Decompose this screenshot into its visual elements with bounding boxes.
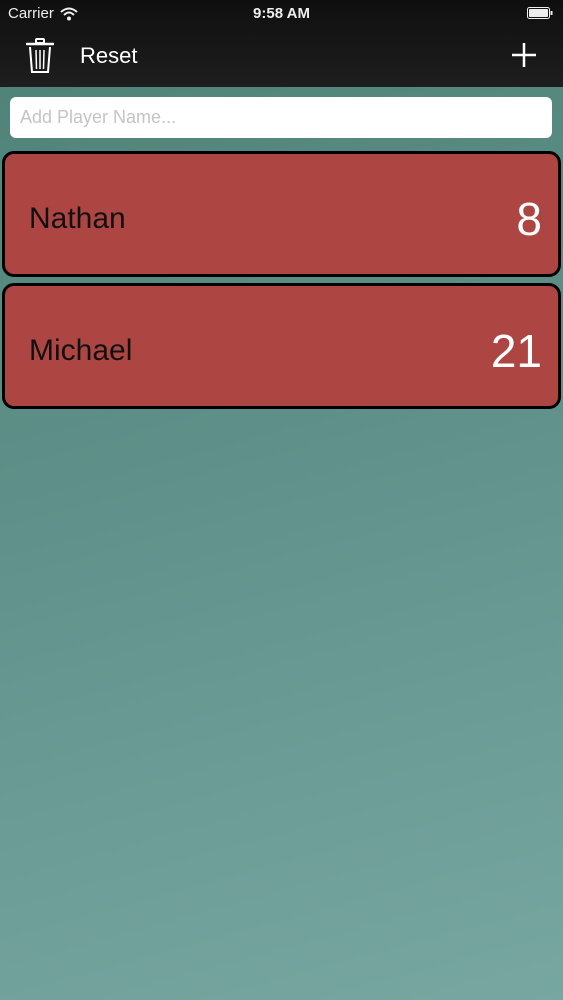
plus-icon	[512, 43, 536, 67]
player-score: 21	[490, 325, 542, 377]
trash-icon	[26, 38, 54, 73]
player-score: 8	[516, 193, 542, 245]
status-bar: Carrier 9:58 AM	[0, 0, 563, 30]
player-name-input[interactable]	[10, 97, 552, 138]
top-bar: Carrier 9:58 AM Reset	[0, 0, 563, 87]
player-card-nathan[interactable]: Nathan 8	[2, 151, 561, 277]
status-time: 9:58 AM	[253, 5, 310, 22]
player-name: Michael	[29, 334, 133, 367]
add-player-button[interactable]	[507, 38, 541, 72]
battery-icon	[527, 7, 553, 19]
delete-all-button[interactable]	[22, 36, 58, 76]
player-name: Nathan	[29, 202, 126, 235]
reset-button[interactable]: Reset	[80, 43, 137, 69]
nav-bar: Reset	[0, 30, 563, 87]
player-card-michael[interactable]: Michael 21	[2, 283, 561, 409]
